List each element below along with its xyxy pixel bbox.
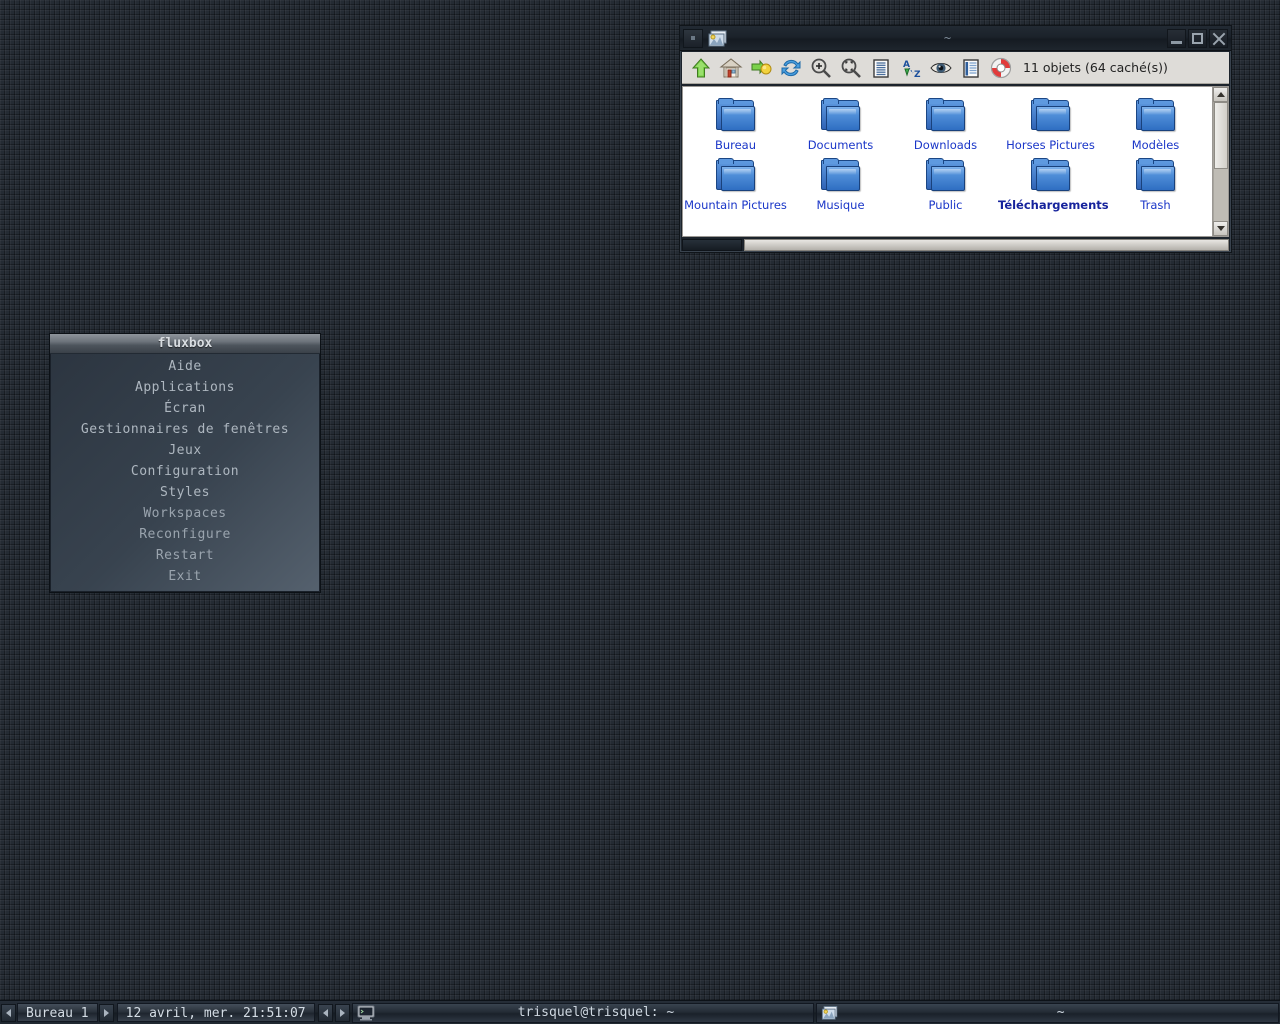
task-prev-button[interactable] [317, 1003, 333, 1022]
file-manager-window[interactable]: ~ A Z 11 objets (64 caché(s)) Bureau Doc… [679, 25, 1232, 253]
menu-item-gestionnaires-de-fenetres[interactable]: Gestionnaires de fenêtres [50, 419, 320, 440]
go-up-icon[interactable] [687, 54, 715, 82]
window-resize-grip[interactable] [682, 239, 1229, 251]
taskbar-task-terminal[interactable]: trisquel@trisquel: ~ [351, 1002, 815, 1023]
folder-label: Documents [807, 138, 874, 152]
show-hidden-icon[interactable] [927, 54, 955, 82]
folder-icon [819, 98, 863, 134]
folder-item[interactable]: Public [893, 153, 998, 213]
icon-row: Bureau Documents Downloads Horses Pictur… [683, 93, 1212, 153]
menu-item-exit[interactable]: Exit [50, 566, 320, 587]
folder-icon [1029, 98, 1073, 134]
maximize-button[interactable] [1188, 28, 1207, 48]
scroll-down-button[interactable] [1213, 221, 1228, 236]
folder-label: Downloads [913, 138, 978, 152]
task-next-button[interactable] [334, 1003, 350, 1022]
folder-item[interactable]: Bureau [683, 93, 788, 153]
folder-item[interactable]: Trash [1103, 153, 1208, 213]
icon-grid[interactable]: Bureau Documents Downloads Horses Pictur… [683, 87, 1212, 236]
scrollbar-track[interactable] [1213, 102, 1228, 221]
status-text: 11 objets (64 caché(s)) [1023, 60, 1168, 75]
folder-label: Public [928, 198, 963, 212]
folder-item[interactable]: Musique [788, 153, 893, 213]
workspace-next-button[interactable] [98, 1003, 114, 1022]
zoom-fit-icon[interactable] [837, 54, 865, 82]
scroll-up-button[interactable] [1213, 87, 1228, 102]
menu-item-ecran[interactable]: Écran [50, 398, 320, 419]
workspace-label[interactable]: Bureau 1 [17, 1003, 98, 1022]
menu-item-workspaces[interactable]: Workspaces [50, 503, 320, 524]
folder-item[interactable]: Documents [788, 93, 893, 153]
folder-item[interactable]: Downloads [893, 93, 998, 153]
taskbar-task-label: ~ [1056, 1005, 1065, 1020]
folder-icon [924, 98, 968, 134]
menu-title: fluxbox [50, 334, 320, 354]
folder-icon [819, 158, 863, 194]
go-forward-icon[interactable] [747, 54, 775, 82]
menu-item-jeux[interactable]: Jeux [50, 440, 320, 461]
terminal-icon [356, 1004, 376, 1021]
folder-icon [714, 98, 758, 134]
folder-label: Horses Pictures [1006, 138, 1095, 152]
scrollbar-thumb[interactable] [1214, 102, 1228, 169]
file-manager-content[interactable]: Bureau Documents Downloads Horses Pictur… [682, 86, 1229, 237]
vertical-scrollbar[interactable] [1212, 87, 1228, 236]
window-titlebar[interactable]: ~ [680, 26, 1231, 51]
sort-az-icon[interactable]: A Z [897, 54, 925, 82]
menu-item-configuration[interactable]: Configuration [50, 461, 320, 482]
folder-icon [924, 158, 968, 194]
folder-label: Modèles [1131, 138, 1180, 152]
lifebuoy-icon[interactable] [987, 54, 1015, 82]
resize-grip-left[interactable] [682, 239, 742, 251]
menu-item-aide[interactable]: Aide [50, 356, 320, 377]
folder-label: Bureau [714, 138, 757, 152]
zoom-in-icon[interactable] [807, 54, 835, 82]
titlebar-app-icon [707, 28, 729, 48]
folder-item[interactable]: Modèles [1103, 93, 1208, 153]
folder-icon [1134, 98, 1178, 134]
menu-item-applications[interactable]: Applications [50, 377, 320, 398]
folder-item[interactable]: Mountain Pictures [683, 153, 788, 213]
clock: 12 avril, mer. 21:51:07 [116, 1003, 315, 1022]
folder-icon [1134, 158, 1178, 194]
workspace-prev-button[interactable] [1, 1003, 16, 1022]
icon-row: Mountain Pictures Musique Public Télécha… [683, 153, 1212, 213]
taskbar[interactable]: Bureau 1 12 avril, mer. 21:51:07 trisque… [0, 1000, 1280, 1024]
taskbar-task-file-manager[interactable]: ~ [816, 1002, 1280, 1023]
window-title: ~ [943, 30, 953, 45]
svg-text:Z: Z [914, 70, 921, 80]
menu-item-styles[interactable]: Styles [50, 482, 320, 503]
resize-grip-bar[interactable] [744, 239, 1229, 251]
file-manager-toolbar[interactable]: A Z 11 objets (64 caché(s)) [682, 52, 1229, 84]
image-viewer-icon [820, 1004, 840, 1021]
minimize-button[interactable] [1167, 28, 1186, 48]
menu-item-list[interactable]: Aide Applications Écran Gestionnaires de… [50, 354, 320, 592]
window-controls[interactable] [1167, 28, 1228, 48]
folder-item-selected[interactable]: Téléchargements [998, 153, 1109, 213]
go-home-icon[interactable] [717, 54, 745, 82]
close-button[interactable] [1209, 28, 1228, 48]
fluxbox-root-menu[interactable]: fluxbox Aide Applications Écran Gestionn… [49, 333, 321, 593]
taskbar-task-label: trisquel@trisquel: ~ [517, 1005, 675, 1020]
window-menu-button[interactable] [683, 28, 703, 48]
folder-icon [714, 158, 758, 194]
list-view-icon[interactable] [867, 54, 895, 82]
folder-label: Téléchargements [998, 198, 1109, 212]
folder-icon [1029, 158, 1073, 194]
folder-label: Musique [816, 198, 865, 212]
folder-item[interactable]: Horses Pictures [998, 93, 1103, 153]
detail-view-icon[interactable] [957, 54, 985, 82]
folder-label: Mountain Pictures [684, 198, 787, 212]
folder-label: Trash [1140, 198, 1171, 212]
menu-item-reconfigure[interactable]: Reconfigure [50, 524, 320, 545]
refresh-icon[interactable] [777, 54, 805, 82]
menu-item-restart[interactable]: Restart [50, 545, 320, 566]
